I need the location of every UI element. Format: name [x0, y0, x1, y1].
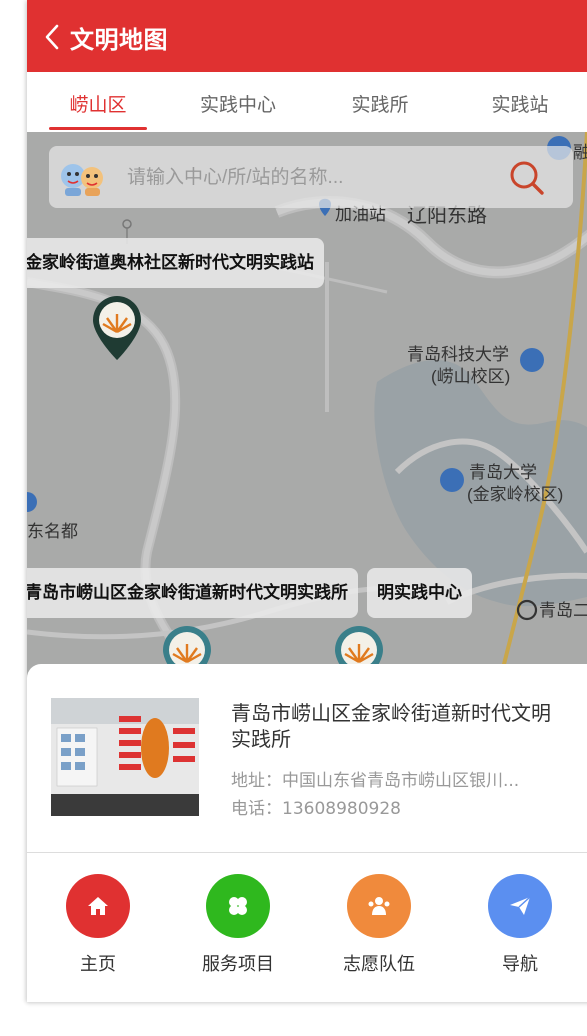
tab-laoshan[interactable]: 崂山区 — [38, 90, 158, 117]
nav-home[interactable]: 主页 — [38, 874, 158, 976]
marker-label-jinjialing-institute[interactable]: 青岛市崂山区金家岭街道新时代文明实践所 — [27, 568, 358, 618]
clover-icon[interactable] — [206, 874, 270, 938]
marker-label-practice-center[interactable]: 明实践中心 — [367, 568, 472, 618]
tab-practice-center[interactable]: 实践中心 — [178, 90, 298, 117]
map-view[interactable]: 加油站 辽阳东路 青岛科技大学 (崂山校区) 青岛大学 (金家岭校区) 东名都 … — [27, 132, 587, 692]
chevron-left-icon[interactable] — [43, 24, 61, 50]
nav-navigation-label: 导航 — [502, 954, 538, 975]
place-address: 地址：中国山东省青岛市崂山区银川... — [231, 771, 520, 791]
map-label-university-1-campus: (崂山校区) — [431, 367, 510, 386]
app-frame: 文明地图 崂山区 实践中心 实践所 实践站 加油站 辽阳东路 青岛科技大学 (崂… — [27, 0, 587, 1002]
app-header: 文明地图 — [27, 0, 587, 72]
map-label-university-1: 青岛科技大学 — [407, 345, 509, 364]
place-name: 青岛市崂山区金家岭街道新时代文明实践所 — [231, 701, 551, 751]
practice-pin-icon[interactable] — [89, 292, 145, 362]
tab-practice-institute[interactable]: 实践所 — [320, 90, 440, 117]
place-phone[interactable]: 电话：13608980928 — [231, 794, 401, 819]
map-label-university-2: 青岛大学 — [469, 463, 537, 482]
map-label-university-2-campus: (金家岭校区) — [467, 485, 563, 504]
search-input[interactable] — [125, 158, 499, 198]
divider — [27, 852, 587, 853]
marker-label-aolin-station[interactable]: 金家岭街道奥林社区新时代文明实践站 — [27, 238, 324, 288]
map-label-east-mingdu: 东名都 — [27, 522, 78, 541]
nav-services[interactable]: 服务项目 — [178, 874, 298, 976]
search-bar — [49, 146, 573, 208]
tab-practice-station[interactable]: 实践站 — [460, 90, 580, 117]
map-label-partial-top: 融 — [573, 143, 587, 162]
nav-services-label: 服务项目 — [202, 954, 274, 975]
nav-navigation[interactable]: 导航 — [460, 874, 580, 976]
map-label-partial-bottom: 青岛二 — [539, 601, 587, 620]
page-title: 文明地图 — [70, 26, 168, 54]
home-icon[interactable] — [66, 874, 130, 938]
nav-volunteers-label: 志愿队伍 — [343, 954, 415, 975]
search-icon[interactable] — [507, 158, 547, 198]
team-icon[interactable] — [347, 874, 411, 938]
place-photo[interactable] — [51, 698, 199, 816]
active-tab-indicator — [49, 127, 147, 130]
place-detail-card: 青岛市崂山区金家岭街道新时代文明实践所 地址：中国山东省青岛市崂山区银川... … — [27, 664, 587, 1002]
tab-bar: 崂山区 实践中心 实践所 实践站 — [27, 72, 587, 132]
paper-plane-icon[interactable] — [488, 874, 552, 938]
nav-home-label: 主页 — [80, 954, 116, 975]
nav-volunteers[interactable]: 志愿队伍 — [319, 874, 439, 976]
mascot-icon — [61, 164, 103, 196]
